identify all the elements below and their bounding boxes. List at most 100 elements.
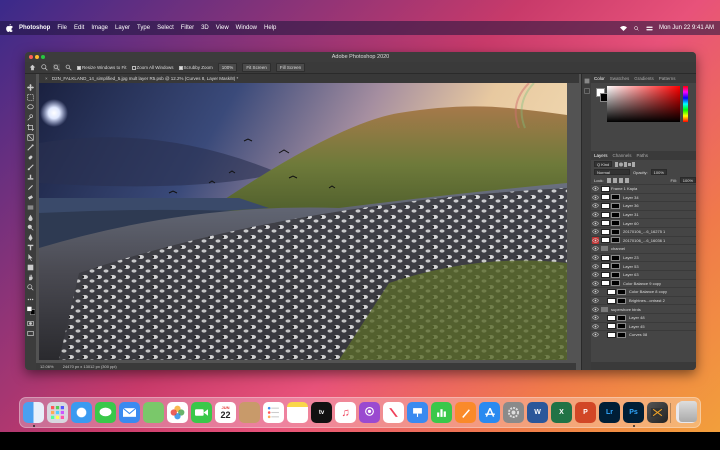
layer-row[interactable]: Color Balance 8 copy xyxy=(591,287,696,296)
facetime-icon[interactable] xyxy=(191,402,212,423)
visibility-eye-icon[interactable] xyxy=(592,228,599,235)
layer-mask-thumbnail[interactable] xyxy=(611,254,620,261)
eyedropper-tool-icon[interactable] xyxy=(27,144,34,151)
layer-thumbnail[interactable] xyxy=(601,271,610,278)
fill-value[interactable]: 100% xyxy=(679,177,696,183)
visibility-eye-icon[interactable] xyxy=(592,245,599,252)
menu-filter[interactable]: Filter xyxy=(181,25,194,31)
visibility-eye-icon[interactable] xyxy=(592,202,599,209)
zoom-in-icon[interactable] xyxy=(53,64,60,71)
tab-layers[interactable]: Layers xyxy=(594,153,608,158)
layer-thumbnail[interactable] xyxy=(601,220,610,227)
zoom-all-checkbox[interactable] xyxy=(131,65,136,70)
layer-mask-thumbnail[interactable] xyxy=(611,237,620,244)
visibility-eye-icon[interactable] xyxy=(592,288,599,295)
messages-icon[interactable] xyxy=(95,402,116,423)
layer-thumbnail[interactable] xyxy=(607,288,616,295)
final-cut-pro-icon[interactable] xyxy=(647,402,668,423)
layer-mask-thumbnail[interactable] xyxy=(611,228,620,235)
layer-mask-thumbnail[interactable] xyxy=(617,288,626,295)
visibility-eye-icon[interactable] xyxy=(592,331,599,338)
blur-tool-icon[interactable] xyxy=(27,214,34,221)
visibility-eye-icon[interactable] xyxy=(592,220,599,227)
crop-tool-icon[interactable] xyxy=(27,124,34,131)
mail-icon[interactable] xyxy=(119,402,140,423)
fill-screen-button[interactable]: Fill Screen xyxy=(275,63,306,72)
tab-channels[interactable]: Channels xyxy=(613,153,632,158)
tab-patterns[interactable]: Patterns xyxy=(659,76,676,81)
excel-icon[interactable]: X xyxy=(551,402,572,423)
layer-thumbnail[interactable] xyxy=(601,194,610,201)
frame-tool-icon[interactable] xyxy=(27,134,34,141)
visibility-eye-icon[interactable] xyxy=(592,185,599,192)
history-panel-icon[interactable] xyxy=(584,78,590,84)
menu-edit[interactable]: Edit xyxy=(74,25,84,31)
layer-row[interactable]: Layer 23 xyxy=(591,252,696,262)
menu-image[interactable]: Image xyxy=(91,25,108,31)
trash-icon[interactable] xyxy=(679,401,697,422)
layer-group-row[interactable]: supershore birds xyxy=(591,304,696,313)
dodge-tool-icon[interactable] xyxy=(27,224,34,231)
gradient-tool-icon[interactable] xyxy=(27,204,34,211)
path-selection-tool-icon[interactable] xyxy=(27,254,34,261)
visibility-eye-icon[interactable] xyxy=(592,280,599,287)
layer-thumbnail[interactable] xyxy=(607,331,616,338)
layer-thumbnail[interactable] xyxy=(601,211,610,218)
layer-row[interactable]: Brightnes...ontrast 2 xyxy=(591,295,696,305)
apple-icon[interactable] xyxy=(6,24,13,32)
layer-row[interactable]: Layer 34 xyxy=(591,192,696,202)
visibility-eye-icon[interactable] xyxy=(592,271,599,278)
screen-mode-icon[interactable] xyxy=(27,330,34,337)
layer-mask-thumbnail[interactable] xyxy=(617,331,626,338)
lock-icons[interactable] xyxy=(606,177,629,183)
lightroom-icon[interactable]: Lr xyxy=(599,402,620,423)
fit-screen-button[interactable]: Fit Screen xyxy=(242,63,271,72)
menu-file[interactable]: File xyxy=(57,25,67,31)
tab-color[interactable]: Color xyxy=(594,76,605,81)
layer-mask-thumbnail[interactable] xyxy=(611,202,620,209)
scrubby-zoom-checkbox[interactable] xyxy=(178,65,183,70)
control-center-icon[interactable] xyxy=(646,26,653,31)
pages-icon[interactable] xyxy=(455,402,476,423)
document-tab[interactable]: × D2N_FALKLAND_14_simplified_5.jpg mult … xyxy=(39,74,579,83)
move-tool-icon[interactable] xyxy=(27,84,34,91)
layer-thumbnail[interactable] xyxy=(601,263,610,270)
music-icon[interactable]: ♫ xyxy=(335,402,356,423)
document-canvas[interactable] xyxy=(39,83,567,360)
layer-thumbnail[interactable] xyxy=(607,314,616,321)
zoom-tool-icon[interactable] xyxy=(41,64,48,71)
layer-filter-icons[interactable] xyxy=(615,161,636,167)
layer-row[interactable]: Layer 31 xyxy=(591,209,696,219)
layer-row[interactable]: 20170106_...6_16275 1 xyxy=(591,226,696,236)
safari-icon[interactable] xyxy=(71,402,92,423)
hue-slider[interactable] xyxy=(683,86,688,122)
layer-row[interactable]: Layer 60 xyxy=(591,218,696,227)
word-icon[interactable]: W xyxy=(527,402,548,423)
layer-mask-thumbnail[interactable] xyxy=(617,323,626,330)
menu-window[interactable]: Window xyxy=(236,25,257,31)
zoom-out-icon[interactable] xyxy=(65,64,72,71)
close-document-icon[interactable]: × xyxy=(45,76,48,81)
layer-thumbnail[interactable] xyxy=(607,297,616,304)
resize-windows-option[interactable]: Resize Windows to Fit xyxy=(77,65,127,70)
tv-icon[interactable]: tv xyxy=(311,402,332,423)
visibility-eye-icon[interactable] xyxy=(592,306,599,313)
eraser-tool-icon[interactable] xyxy=(27,194,34,201)
healing-brush-tool-icon[interactable] xyxy=(27,154,34,161)
layer-thumbnail[interactable] xyxy=(601,228,610,235)
news-icon[interactable] xyxy=(383,402,404,423)
powerpoint-icon[interactable]: P xyxy=(575,402,596,423)
layer-mask-thumbnail[interactable] xyxy=(611,263,620,270)
close-window-button[interactable] xyxy=(29,55,33,59)
podcasts-icon[interactable] xyxy=(359,402,380,423)
layer-thumbnail[interactable] xyxy=(601,254,610,261)
layer-row[interactable]: Color Balance 9 copy xyxy=(591,278,696,288)
layer-mask-thumbnail[interactable] xyxy=(611,280,620,287)
layer-thumbnail[interactable] xyxy=(601,202,610,209)
layer-group-row[interactable]: channel xyxy=(591,244,696,253)
quick-mask-icon[interactable] xyxy=(27,320,34,327)
menu-help[interactable]: Help xyxy=(264,25,276,31)
hand-tool-icon[interactable] xyxy=(27,274,34,281)
keynote-icon[interactable] xyxy=(407,402,428,423)
layer-mask-thumbnail[interactable] xyxy=(611,220,620,227)
